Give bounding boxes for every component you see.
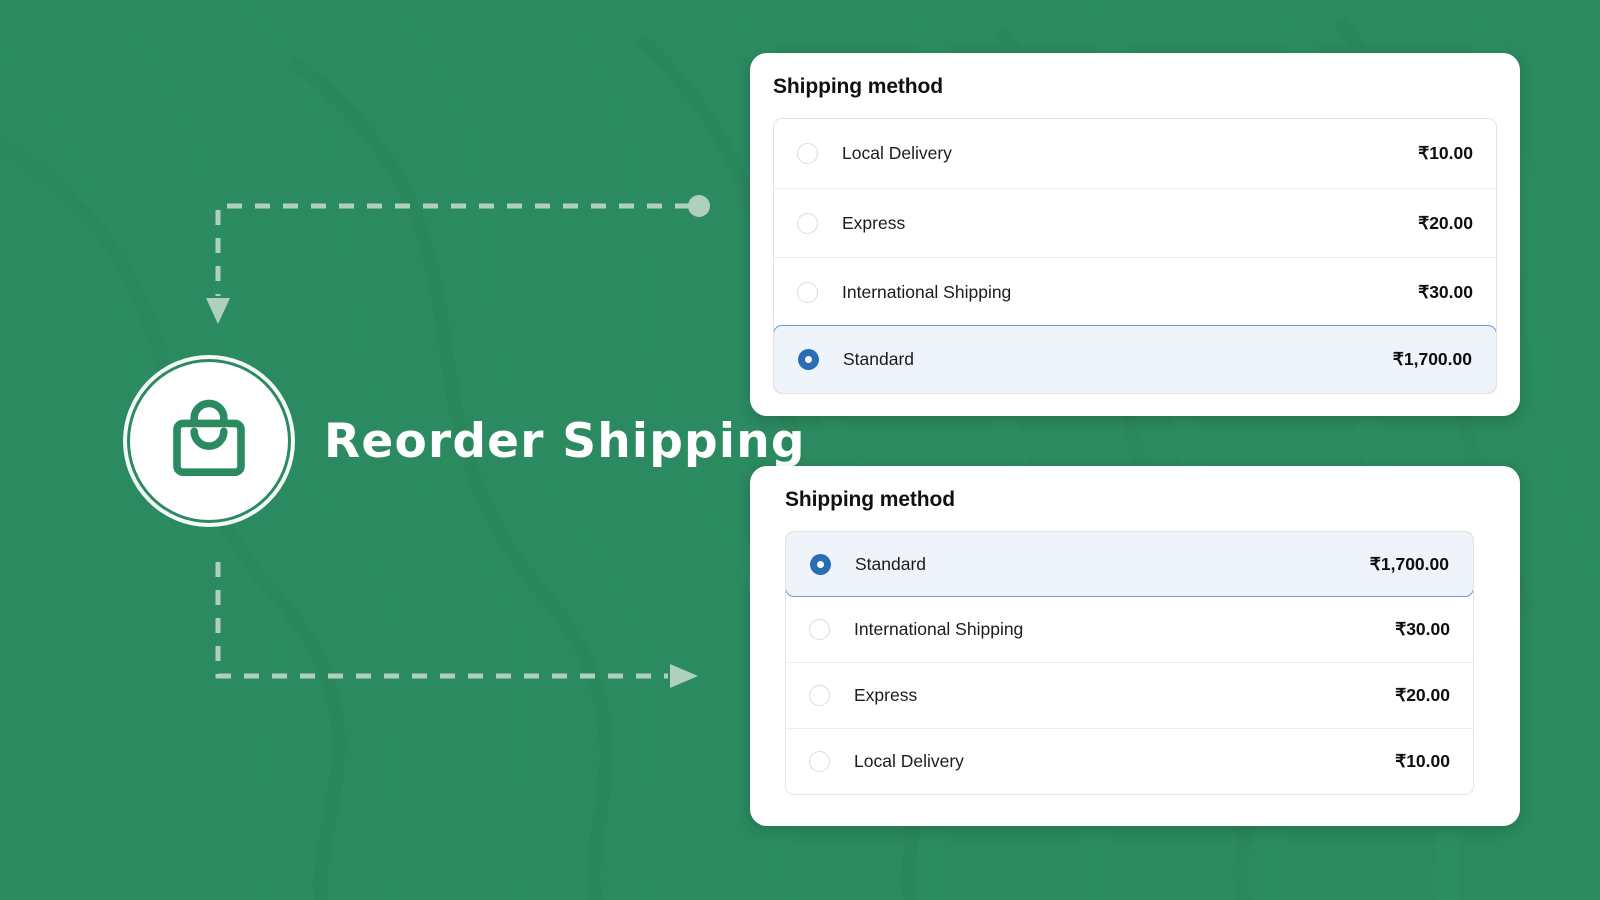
shipping-option-row-selected[interactable]: Standard ₹1,700.00 bbox=[774, 325, 1496, 393]
shipping-option-row[interactable]: Express ₹20.00 bbox=[786, 662, 1473, 728]
radio-icon[interactable] bbox=[797, 143, 818, 164]
shipping-option-price: ₹30.00 bbox=[1418, 281, 1473, 302]
radio-icon[interactable] bbox=[809, 685, 830, 706]
shipping-option-price: ₹10.00 bbox=[1395, 751, 1450, 771]
shipping-option-label: International Shipping bbox=[854, 618, 1024, 639]
card-title: Shipping method bbox=[773, 75, 943, 98]
radio-icon[interactable] bbox=[809, 618, 830, 640]
shipping-option-row[interactable]: International Shipping ₹30.00 bbox=[786, 596, 1473, 662]
shipping-option-price: ₹10.00 bbox=[1418, 143, 1473, 163]
radio-icon[interactable] bbox=[809, 751, 830, 772]
shipping-option-price: ₹20.00 bbox=[1418, 212, 1473, 233]
shipping-option-label: Local Delivery bbox=[842, 143, 952, 163]
brand-logo bbox=[130, 362, 288, 520]
shipping-option-price: ₹30.00 bbox=[1395, 618, 1450, 639]
shipping-options-list: Local Delivery ₹10.00 Express ₹20.00 Int… bbox=[773, 118, 1497, 394]
radio-icon[interactable] bbox=[797, 212, 818, 234]
shipping-option-label: International Shipping bbox=[842, 281, 1012, 302]
shipping-option-price: ₹20.00 bbox=[1395, 685, 1450, 705]
shipping-option-label: Express bbox=[854, 685, 918, 705]
shipping-method-card-before: Shipping method Local Delivery ₹10.00 Ex… bbox=[750, 53, 1520, 416]
shipping-method-card-after: Shipping method Standard ₹1,700.00 Inter… bbox=[750, 466, 1520, 826]
shipping-option-label: Local Delivery bbox=[854, 751, 964, 771]
promo-panel: Reorder Shipping bbox=[0, 0, 805, 900]
card-title: Shipping method bbox=[785, 488, 955, 511]
shipping-option-price: ₹1,700.00 bbox=[1392, 349, 1472, 369]
shipping-option-price: ₹1,700.00 bbox=[1369, 553, 1449, 574]
shipping-option-row[interactable]: Local Delivery ₹10.00 bbox=[786, 728, 1473, 794]
radio-icon-selected[interactable] bbox=[810, 553, 831, 575]
radio-icon[interactable] bbox=[797, 281, 818, 303]
shipping-option-row[interactable]: Local Delivery ₹10.00 bbox=[774, 119, 1496, 188]
brand-row: Reorder Shipping bbox=[130, 362, 806, 520]
shipping-option-row[interactable]: Express ₹20.00 bbox=[774, 188, 1496, 257]
top-connector bbox=[206, 195, 710, 324]
shipping-option-label: Standard bbox=[843, 349, 915, 369]
page-title: Reorder Shipping bbox=[324, 413, 806, 469]
shipping-option-row-selected[interactable]: Standard ₹1,700.00 bbox=[786, 532, 1473, 597]
shipping-option-label: Express bbox=[842, 212, 906, 233]
bottom-connector bbox=[215, 562, 698, 688]
radio-icon-selected[interactable] bbox=[798, 349, 819, 370]
shipping-options-list: Standard ₹1,700.00 International Shippin… bbox=[785, 531, 1474, 795]
shopping-bag-icon bbox=[173, 399, 245, 476]
shipping-option-label: Standard bbox=[855, 553, 927, 574]
shipping-option-row[interactable]: International Shipping ₹30.00 bbox=[774, 257, 1496, 326]
